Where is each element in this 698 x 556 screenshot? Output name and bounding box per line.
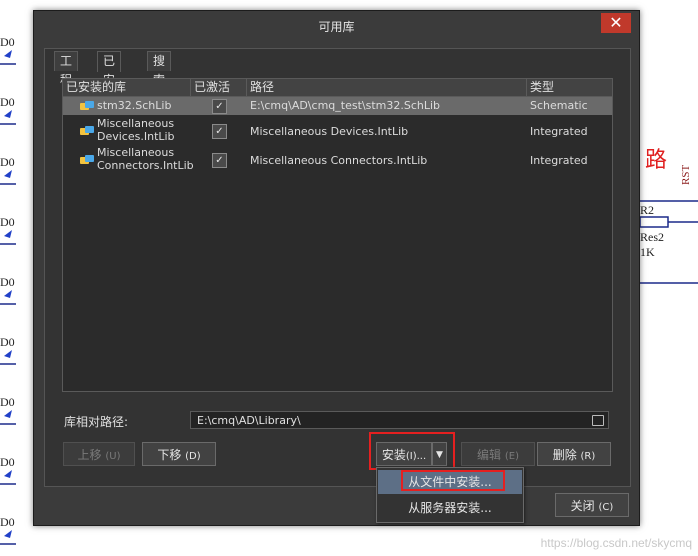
pin-label: D0 (0, 395, 15, 409)
edit-button[interactable]: 编辑 (E) (461, 442, 535, 466)
table-header: 已安装的库 已激活 路径 类型 (63, 79, 612, 97)
library-icon (80, 101, 94, 111)
pin-label: D0 (0, 515, 15, 529)
library-name-line2: Devices.IntLib (97, 130, 175, 143)
relative-path-label: 库相对路径: (64, 415, 129, 429)
move-up-label: 上移 (77, 448, 102, 462)
folder-icon[interactable] (592, 415, 604, 426)
pin-label: D0 (0, 155, 15, 169)
library-type: Integrated (530, 154, 588, 167)
pin-label: D0 (0, 215, 15, 229)
library-path: Miscellaneous Devices.IntLib (250, 125, 409, 138)
watermark: https://blog.csdn.net/skycmq (540, 536, 692, 550)
highlight-install-from-file (401, 470, 505, 491)
delete-label: 删除 (552, 448, 577, 462)
part-name: Res2 (640, 230, 664, 244)
relative-path-value: E:\cmq\AD\Library\ (197, 414, 301, 427)
table-row[interactable]: Miscellaneous Devices.IntLib ✓ Miscellan… (63, 117, 612, 145)
available-libraries-dialog: 可用库 ✕ 工程 已安装 搜索路径 已安装的库 已激活 路径 类型 stm32.… (33, 10, 640, 526)
pin-label: D0 (0, 275, 15, 289)
move-up-hotkey: (U) (105, 451, 121, 462)
menu-item-install-from-server[interactable]: 从服务器安装... (378, 496, 522, 520)
delete-button[interactable]: 删除 (R) (537, 442, 611, 466)
ref-designator: R2 (640, 203, 655, 217)
column-header-active[interactable]: 已激活 (191, 79, 247, 96)
close-hotkey: (C) (598, 502, 614, 513)
move-up-button[interactable]: 上移 (U) (63, 442, 135, 466)
table-row[interactable]: stm32.SchLib ✓ E:\cmq\AD\cmq_test\stm32.… (63, 97, 612, 115)
close-label: 关闭 (570, 499, 595, 513)
dialog-title: 可用库 (318, 20, 355, 34)
column-header-path[interactable]: 路径 (247, 79, 527, 96)
library-name: Miscellaneous (97, 146, 175, 159)
pin-label: D0 (0, 35, 15, 49)
library-path: E:\cmq\AD\cmq_test\stm32.SchLib (250, 99, 441, 112)
edit-label: 编辑 (477, 448, 502, 462)
table-row[interactable]: Miscellaneous Connectors.IntLib ✓ Miscel… (63, 146, 612, 174)
move-down-label: 下移 (157, 448, 182, 462)
pin-label: D0 (0, 335, 15, 349)
pin-label: D0 (0, 455, 15, 469)
tab-project[interactable]: 工程 (54, 51, 79, 87)
tab-installed[interactable]: 已安装 (97, 51, 122, 106)
move-down-hotkey: (D) (185, 451, 201, 462)
part-value: 1K (640, 245, 655, 259)
library-name-line2: Connectors.IntLib (97, 159, 194, 172)
library-path: Miscellaneous Connectors.IntLib (250, 154, 428, 167)
column-header-library[interactable]: 已安装的库 (63, 79, 191, 96)
column-header-type[interactable]: 类型 (527, 79, 612, 96)
active-checkbox[interactable]: ✓ (212, 124, 227, 139)
library-type: Schematic (530, 99, 588, 112)
active-checkbox[interactable]: ✓ (212, 99, 227, 114)
highlight-install (369, 432, 455, 470)
edit-hotkey: (E) (504, 451, 519, 462)
schematic-heading: 路 (645, 147, 668, 172)
rst-label: RST (680, 164, 692, 185)
relative-path-field[interactable]: E:\cmq\AD\Library\ (190, 411, 609, 429)
library-icon (80, 155, 94, 165)
delete-hotkey: (R) (580, 451, 596, 462)
move-down-button[interactable]: 下移 (D) (142, 442, 216, 466)
close-button[interactable]: 关闭 (C) (555, 493, 629, 517)
library-name: Miscellaneous (97, 117, 175, 130)
tab-search-path[interactable]: 搜索路径 (147, 51, 172, 125)
library-icon (80, 126, 94, 136)
library-type: Integrated (530, 125, 588, 138)
pin-label: D0 (0, 95, 15, 109)
library-name: stm32.SchLib (97, 99, 172, 112)
active-checkbox[interactable]: ✓ (212, 153, 227, 168)
installed-libraries-table: 已安装的库 已激活 路径 类型 stm32.SchLib ✓ E:\cmq\AD… (62, 78, 613, 392)
close-icon[interactable]: ✕ (601, 13, 631, 33)
